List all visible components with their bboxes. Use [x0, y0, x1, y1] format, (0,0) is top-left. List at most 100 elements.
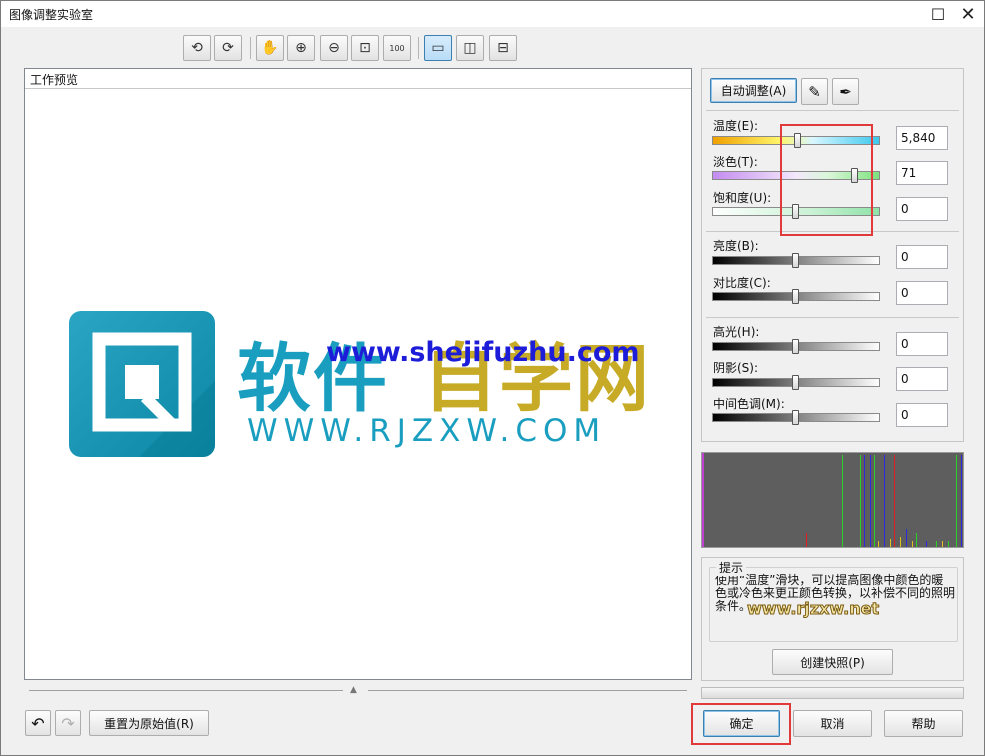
- logo-image: [69, 311, 215, 457]
- highlights-slider-thumb[interactable]: [792, 339, 799, 354]
- view-single-button[interactable]: ▭: [424, 35, 452, 61]
- contrast-label: 对比度(C):: [713, 276, 771, 290]
- ok-button[interactable]: 确定: [703, 710, 780, 737]
- tint-slider-thumb[interactable]: [850, 168, 858, 183]
- histogram-bar: [870, 455, 871, 547]
- work-preview-panel[interactable]: 工作预览 软件 自学网 WWW.RJZXW.COM www.shejifuzhu…: [24, 68, 692, 680]
- splitter-right[interactable]: [368, 690, 687, 691]
- histogram-bar: [956, 455, 957, 547]
- shadows-input[interactable]: 0: [896, 367, 948, 391]
- black-point-dropper-button[interactable]: ✒: [832, 78, 859, 105]
- actual-size-icon: 100: [389, 43, 405, 53]
- temperature-slider-thumb[interactable]: [793, 133, 801, 148]
- histogram-bar: [842, 455, 843, 547]
- close-button[interactable]: ✕: [953, 1, 983, 27]
- splitter-up-arrow-icon[interactable]: ▲: [350, 685, 357, 695]
- eyedropper-black-icon: ✒: [839, 82, 852, 101]
- tint-label: 淡色(T):: [713, 155, 758, 169]
- highlights-label: 高光(H):: [713, 325, 760, 339]
- zoom-in-button[interactable]: ⊕: [287, 35, 315, 61]
- tint-input[interactable]: 71: [896, 161, 948, 185]
- create-snapshot-button[interactable]: 创建快照(P): [772, 649, 893, 675]
- divider: [706, 317, 959, 318]
- histogram-bar: [948, 541, 949, 547]
- watermark-rjzxw: www.rjzxw.net: [746, 599, 880, 619]
- preview-label: 工作预览: [30, 73, 79, 87]
- pan-tool-button[interactable]: ✋: [256, 35, 284, 61]
- brightness-label: 亮度(B):: [713, 239, 759, 253]
- help-button[interactable]: 帮助: [884, 710, 963, 737]
- histogram-bar: [900, 537, 901, 547]
- progress-bar: [701, 687, 964, 699]
- divider: [706, 231, 959, 232]
- saturation-label: 饱和度(U):: [713, 191, 772, 205]
- reset-to-original-button[interactable]: 重置为原始值(R): [89, 710, 209, 736]
- histogram-bar: [894, 455, 895, 547]
- undo-button[interactable]: ↶: [25, 710, 51, 736]
- brightness-input[interactable]: 0: [896, 245, 948, 269]
- maximize-button[interactable]: ☐: [923, 1, 953, 27]
- divider: [706, 110, 959, 111]
- undo-icon: ↶: [31, 713, 45, 733]
- logo-glyph-icon: [92, 332, 215, 457]
- toolbar-separator: [250, 37, 251, 59]
- histogram-bar: [916, 533, 917, 547]
- histogram-bar: [860, 455, 861, 547]
- adjustment-panel: 自动调整(A) ✎ ✒ 温度(E): 5,840 淡色(T): 71 饱和度(U…: [701, 68, 964, 442]
- window-title: 图像调整实验室: [9, 8, 94, 22]
- rotate-right-button[interactable]: ⟳: [214, 35, 242, 61]
- midtones-slider-thumb[interactable]: [792, 410, 799, 425]
- histogram-bar: [874, 455, 875, 547]
- contrast-input[interactable]: 0: [896, 281, 948, 305]
- histogram-bar: [890, 539, 891, 547]
- redo-button[interactable]: ↷: [55, 710, 81, 736]
- rotate-left-icon: ⟲: [191, 40, 203, 56]
- watermark-url: www.shejifuzhu.com: [326, 337, 640, 368]
- actual-size-button[interactable]: 100: [383, 35, 411, 61]
- temperature-label: 温度(E):: [713, 119, 758, 133]
- rotate-right-icon: ⟳: [222, 40, 234, 56]
- histogram-bar: [806, 533, 807, 547]
- histogram-bar: [936, 541, 937, 547]
- histogram-bar: [864, 455, 865, 547]
- redo-icon: ↷: [61, 713, 75, 733]
- image-adjustment-lab-window: 图像调整实验室 ☐ ✕ ⟲ ⟳ ✋ ⊕ ⊖ ⊡ 100 ▭ ◫ ⊟ 工作预览 软…: [0, 0, 985, 756]
- fit-to-window-button[interactable]: ⊡: [351, 35, 379, 61]
- zoom-out-icon: ⊖: [328, 40, 340, 56]
- saturation-slider-thumb[interactable]: [792, 204, 799, 219]
- title-bar: 图像调整实验室 ☐ ✕: [1, 1, 984, 27]
- split-horizontal-icon: ⊟: [497, 40, 509, 56]
- shadows-label: 阴影(S):: [713, 361, 759, 375]
- histogram-bar: [961, 455, 962, 547]
- histogram-bar: [702, 453, 704, 547]
- midtones-label: 中间色调(M):: [713, 397, 785, 411]
- split-vertical-icon: ◫: [463, 40, 477, 56]
- contrast-slider-thumb[interactable]: [792, 289, 799, 304]
- histogram-bar: [942, 541, 943, 547]
- zoom-out-button[interactable]: ⊖: [320, 35, 348, 61]
- toolbar-separator: [418, 37, 419, 59]
- histogram-bar: [912, 541, 913, 547]
- white-point-dropper-button[interactable]: ✎: [801, 78, 828, 105]
- splitter-left[interactable]: [29, 690, 343, 691]
- histogram-bar: [906, 529, 907, 547]
- saturation-input[interactable]: 0: [896, 197, 948, 221]
- view-split-horizontal-button[interactable]: ⊟: [489, 35, 517, 61]
- view-split-vertical-button[interactable]: ◫: [456, 35, 484, 61]
- single-view-icon: ▭: [431, 40, 445, 56]
- logo-text-selfstudy: 自学网: [423, 336, 651, 422]
- histogram-bar: [878, 541, 879, 547]
- rotate-left-button[interactable]: ⟲: [183, 35, 211, 61]
- histogram-bar: [926, 541, 927, 547]
- highlights-input[interactable]: 0: [896, 332, 948, 356]
- hint-panel: 使用“温度”滑块，可以提高图像中颜色的暖色或冷色来更正颜色转换，以补偿不同的照明…: [701, 557, 964, 681]
- histogram-bar: [884, 455, 885, 547]
- brightness-slider-thumb[interactable]: [792, 253, 799, 268]
- fit-icon: ⊡: [359, 40, 371, 56]
- shadows-slider-thumb[interactable]: [792, 375, 799, 390]
- midtones-input[interactable]: 0: [896, 403, 948, 427]
- temperature-input[interactable]: 5,840: [896, 126, 948, 150]
- auto-adjust-button[interactable]: 自动调整(A): [710, 78, 797, 103]
- preview-header: 工作预览: [25, 69, 691, 89]
- cancel-button[interactable]: 取消: [793, 710, 872, 737]
